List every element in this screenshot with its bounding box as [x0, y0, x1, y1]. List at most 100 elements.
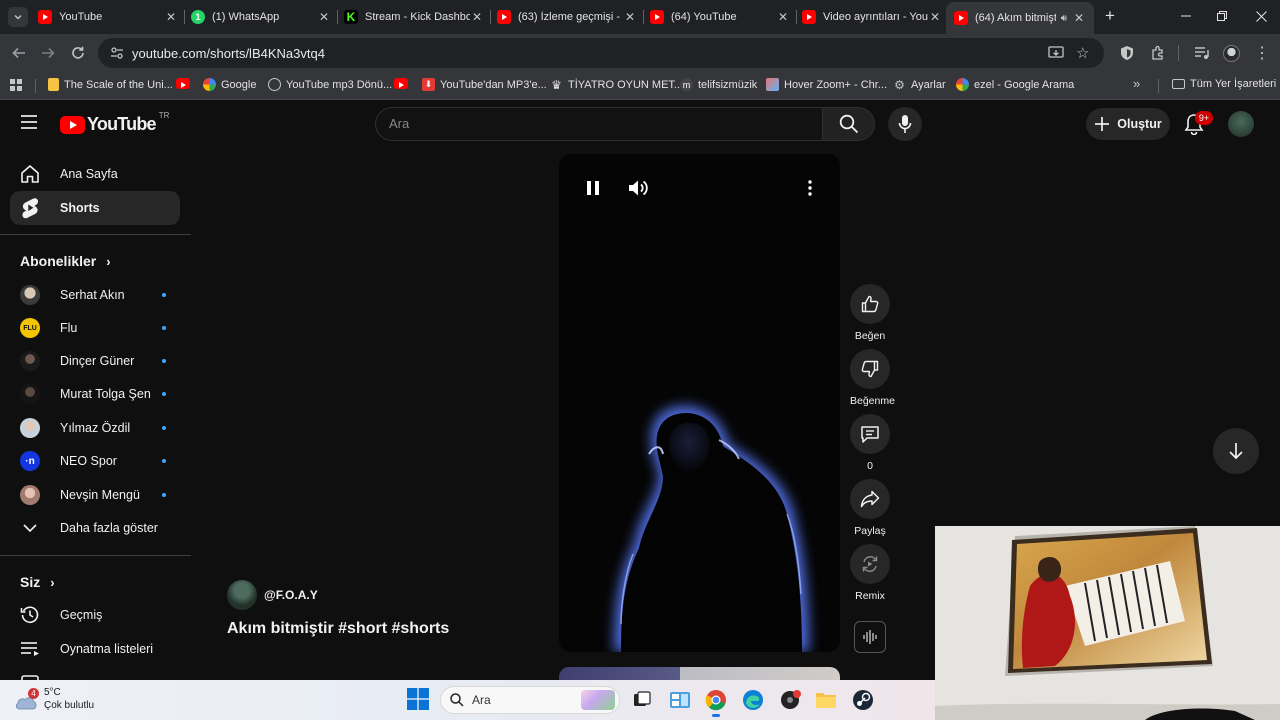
bookmark-star-icon[interactable]: ☆ [1076, 44, 1089, 62]
video-more-button[interactable] [800, 176, 820, 200]
chrome-app[interactable] [703, 687, 729, 717]
tab-kick[interactable]: K Stream - Kick Dashbo ✕ [344, 4, 484, 30]
search-input[interactable] [389, 116, 789, 131]
sidebar-subscription-dincer-guner[interactable]: Dinçer Güner [10, 344, 180, 378]
sidebar-subscription-murat-tolga-sen[interactable]: Murat Tolga Şen [10, 377, 180, 411]
new-tab-button[interactable]: + [1100, 6, 1120, 26]
channel-avatar[interactable] [227, 580, 257, 610]
profile-avatar[interactable] [1221, 43, 1241, 63]
sidebar-item-partial[interactable] [10, 666, 180, 680]
tab-youtube[interactable]: YouTube ✕ [38, 4, 178, 30]
taskbar-search[interactable]: Ara [440, 686, 620, 714]
next-short-preview[interactable] [559, 667, 840, 680]
you-header[interactable]: Siz › [20, 574, 55, 590]
search-button[interactable] [823, 107, 875, 141]
volume-button[interactable] [627, 176, 651, 200]
edge-app[interactable] [740, 687, 766, 713]
remix-button[interactable] [850, 544, 890, 584]
bookmark-youtube-to-mp3[interactable]: ⬇ YouTube'dan MP3'e... [422, 78, 547, 91]
bookmark-youtube-1[interactable] [176, 78, 195, 89]
close-icon[interactable]: ✕ [1072, 11, 1086, 25]
next-video-button[interactable] [1213, 428, 1259, 474]
bookmark-tiyatro[interactable]: ♛ TİYATRO OYUN MET... [550, 78, 683, 92]
sound-button[interactable] [854, 621, 886, 653]
bookmark-youtube-2[interactable] [394, 78, 413, 89]
bookmark-ezel[interactable]: ezel - Google Arama [956, 78, 1074, 91]
voice-search-button[interactable] [888, 107, 922, 141]
sidebar-subscription-flu[interactable]: FLU Flu [10, 311, 180, 345]
bookmark-telifsizmuzik[interactable]: m telifsizmüzik [680, 78, 757, 91]
dislike-action[interactable]: Beğenme [850, 349, 895, 407]
comment-button[interactable] [850, 414, 890, 454]
bookmark-google[interactable]: Google [203, 78, 256, 91]
forward-button[interactable] [36, 41, 60, 65]
close-icon[interactable]: ✕ [776, 10, 790, 24]
close-window-button[interactable] [1251, 6, 1271, 26]
like-button[interactable] [850, 284, 890, 324]
file-explorer-app[interactable] [813, 687, 839, 713]
shield-extension-icon[interactable] [1117, 43, 1137, 63]
sidebar-item-home[interactable]: Ana Sayfa [10, 157, 180, 191]
show-more-button[interactable]: Daha fazla göster [10, 511, 180, 545]
like-icon [861, 295, 879, 313]
task-view-button[interactable] [629, 687, 655, 713]
new-content-dot [162, 392, 166, 396]
more-bookmarks-chevron[interactable]: » [1133, 76, 1140, 91]
start-button[interactable] [407, 688, 431, 712]
widgets-app[interactable] [667, 687, 693, 713]
media-controls-icon[interactable] [1192, 43, 1212, 63]
sidebar-subscription-yilmaz-ozdil[interactable]: Yılmaz Özdil [10, 411, 180, 445]
sidebar-item-shorts[interactable]: Shorts [10, 191, 180, 225]
comment-action[interactable]: 0 [850, 414, 890, 472]
sidebar-item-playlists[interactable]: Oynatma listeleri [10, 632, 180, 666]
speaker-icon[interactable]: 🔊︎ [1061, 13, 1067, 24]
close-icon[interactable]: ✕ [623, 10, 637, 24]
sidebar-subscription-nevsin-mengu[interactable]: Nevşin Mengü [10, 478, 180, 512]
bookmark-ayarlar[interactable]: ⚙ Ayarlar [893, 78, 946, 92]
sidebar-subscription-neo-spor[interactable]: ·n NEO Spor [10, 444, 180, 478]
pause-button[interactable] [581, 176, 605, 200]
close-icon[interactable]: ✕ [470, 10, 484, 24]
create-button[interactable]: Oluştur [1086, 108, 1170, 140]
extensions-icon[interactable] [1148, 43, 1168, 63]
address-bar[interactable]: youtube.com/shorts/lB4KNa3vtq4 ☆ [98, 38, 1104, 68]
tab-search-button[interactable] [8, 7, 28, 27]
shorts-video-player[interactable] [559, 154, 840, 652]
bookmark-scale-universe[interactable]: The Scale of the Uni... [48, 78, 173, 91]
tab-history[interactable]: (63) İzleme geçmişi - ✕ [497, 4, 637, 30]
steam-app[interactable] [850, 687, 876, 713]
back-button[interactable] [7, 41, 31, 65]
share-button[interactable] [850, 479, 890, 519]
tab-whatsapp[interactable]: 1 (1) WhatsApp ✕ [191, 4, 331, 30]
account-avatar[interactable] [1228, 111, 1254, 137]
sidebar-item-history[interactable]: Geçmiş [10, 598, 180, 632]
bookmark-youtube-mp3[interactable]: YouTube mp3 Dönü... [268, 78, 392, 91]
minimize-button[interactable] [1176, 6, 1196, 26]
restore-button[interactable] [1212, 6, 1232, 26]
subscriptions-header[interactable]: Abonelikler › [20, 253, 111, 269]
media-app[interactable] [777, 687, 803, 713]
sidebar-subscription-serhat-akin[interactable]: Serhat Akın [10, 278, 180, 312]
tab-video-details[interactable]: Video ayrıntıları - You ✕ [802, 4, 942, 30]
close-icon[interactable]: ✕ [928, 10, 942, 24]
close-icon[interactable]: ✕ [317, 10, 331, 24]
dislike-button[interactable] [850, 349, 890, 389]
like-action[interactable]: Beğen [850, 284, 890, 342]
install-app-icon[interactable] [1048, 45, 1064, 66]
bookmark-hover-zoom[interactable]: Hover Zoom+ - Chr... [766, 78, 887, 91]
close-icon[interactable]: ✕ [164, 10, 178, 24]
tab-youtube-home[interactable]: (64) YouTube ✕ [650, 4, 790, 30]
remix-action[interactable]: Remix [850, 544, 890, 602]
weather-widget[interactable]: 4 5°C Çok bulutlu [14, 686, 94, 712]
site-settings-icon[interactable] [110, 46, 124, 60]
apps-grid-icon[interactable] [10, 79, 22, 91]
search-box[interactable] [375, 107, 823, 141]
youtube-icon [650, 10, 664, 24]
reload-button[interactable] [66, 41, 90, 65]
more-vert-icon[interactable]: ⋮ [1252, 43, 1272, 63]
share-action[interactable]: Paylaş [850, 479, 890, 537]
tab-active-short[interactable]: (64) Akım bitmişt 🔊︎ ✕ [946, 2, 1094, 34]
channel-name[interactable]: @F.O.A.Y [264, 588, 318, 602]
channel-row[interactable]: @F.O.A.Y [227, 580, 318, 610]
all-bookmarks[interactable]: Tüm Yer İşaretleri [1172, 78, 1276, 90]
